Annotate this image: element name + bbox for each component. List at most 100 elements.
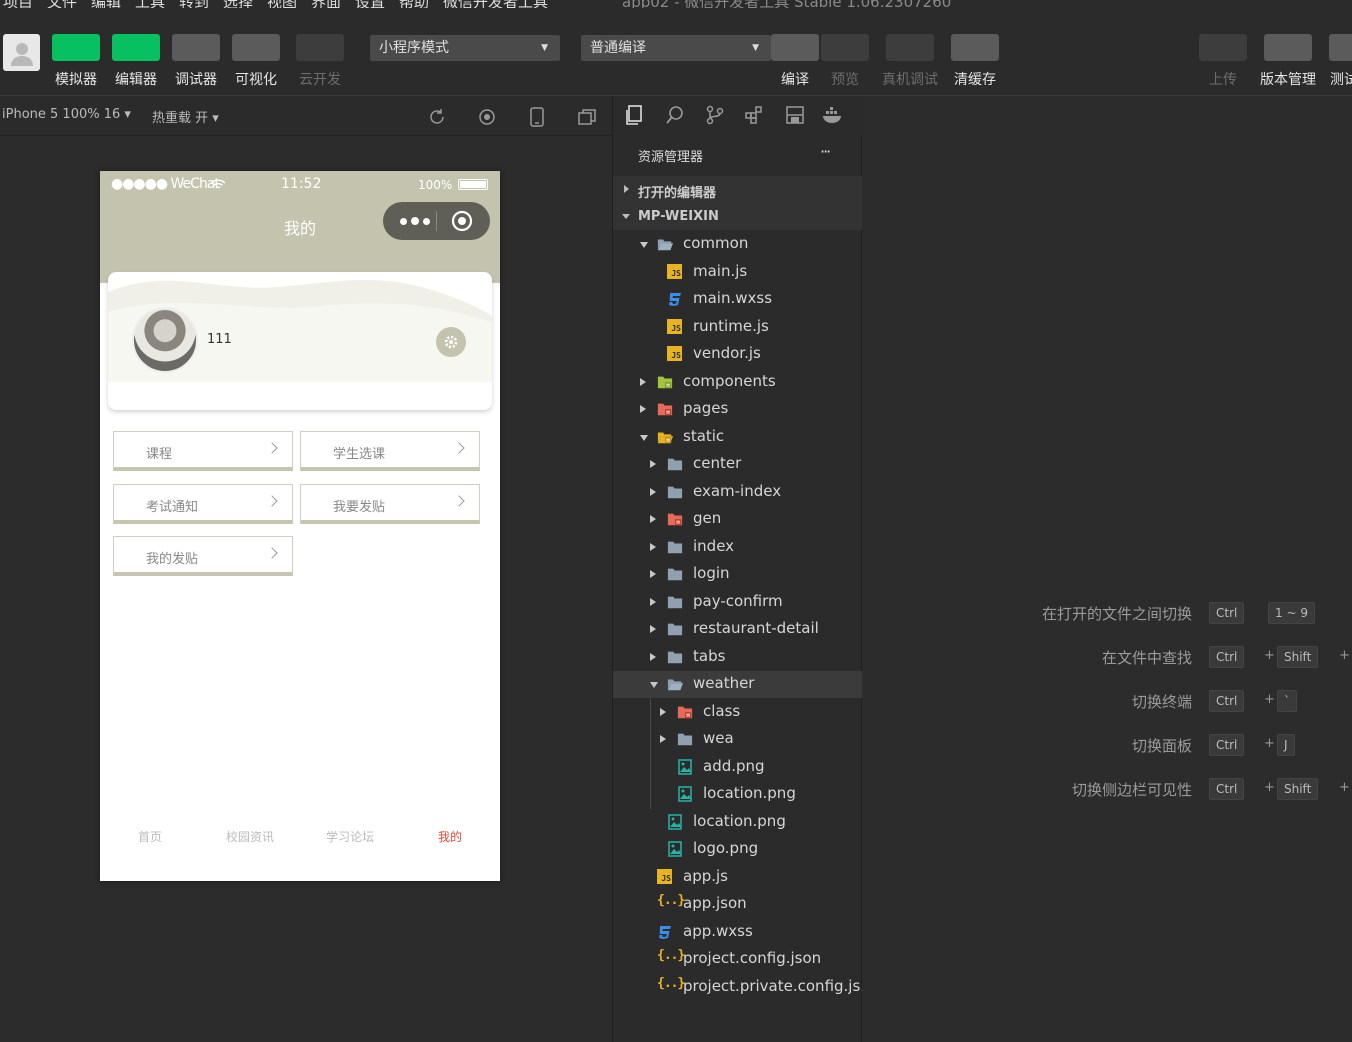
menu-item[interactable]: 项目 xyxy=(3,0,33,8)
调试器-button[interactable] xyxy=(172,34,220,61)
menu-item[interactable]: 界面 xyxy=(311,0,341,8)
tree-file[interactable]: logo.png xyxy=(613,836,862,863)
shortcut-key: ` xyxy=(1277,690,1297,712)
tree-item-name: vendor.js xyxy=(693,344,761,362)
chevron-right-icon xyxy=(640,377,646,386)
tree-item-name: login xyxy=(693,564,730,582)
tree-item-name: app.json xyxy=(683,894,747,912)
模拟器-button[interactable] xyxy=(52,34,100,61)
tree-item-name: exam-index xyxy=(693,481,782,500)
js-file-icon: JS xyxy=(667,263,682,279)
device-icon[interactable] xyxy=(530,107,544,127)
menu-item[interactable]: 微信开发者工具 xyxy=(443,0,548,8)
清缓存-button[interactable] xyxy=(951,34,999,61)
window-title: app02 - 微信开发者工具 Stable 1.06.2307260 xyxy=(622,0,951,8)
menu-item-考试通知[interactable]: 考试通知 xyxy=(113,484,293,524)
record-icon[interactable] xyxy=(478,108,496,126)
docker-icon[interactable] xyxy=(821,105,845,125)
tree-folder[interactable]: exam-index xyxy=(613,479,862,506)
shortcut-label: 切换侧边栏可见性 xyxy=(1071,781,1192,799)
tree-file[interactable]: JS vendor.js xyxy=(613,341,862,368)
tree-item-name: pay-confirm xyxy=(693,591,783,610)
files-icon[interactable] xyxy=(624,105,644,125)
menu-item[interactable]: 编辑 xyxy=(91,0,121,8)
avatar[interactable] xyxy=(132,307,198,373)
tree-item-name: main.wxss xyxy=(693,289,773,307)
hot-reload-toggle[interactable]: 热重载 开 ▾ xyxy=(152,107,219,126)
tab-我的[interactable]: 我的 xyxy=(410,826,490,845)
tree-folder[interactable]: restaurant-detail xyxy=(613,616,862,643)
tree-folder[interactable]: login xyxy=(613,561,862,588)
menu-item-课程[interactable]: 课程 xyxy=(113,431,293,471)
tree-file[interactable]: main.wxss xyxy=(613,286,862,313)
tab-学习论坛[interactable]: 学习论坛 xyxy=(310,826,390,845)
上传-button[interactable] xyxy=(1199,34,1247,61)
tree-file[interactable]: JS app.js xyxy=(613,864,862,891)
search-icon[interactable] xyxy=(665,105,685,125)
测试-button[interactable] xyxy=(1329,34,1352,61)
project-section[interactable]: MP-WEIXIN xyxy=(613,203,862,230)
tree-file[interactable]: JS main.js xyxy=(613,259,862,286)
tree-file[interactable]: JS runtime.js xyxy=(613,314,862,341)
compile-select[interactable]: 普通编译 ▼ xyxy=(581,35,771,61)
tree-folder[interactable]: tabs xyxy=(613,644,862,671)
可视化-button[interactable] xyxy=(232,34,280,61)
tree-item-name: center xyxy=(693,454,742,472)
tree-file[interactable]: location.png xyxy=(613,809,862,836)
settings-button[interactable] xyxy=(436,327,466,357)
chevron-down-icon xyxy=(640,242,648,248)
tab-校园资讯[interactable]: 校园资讯 xyxy=(210,826,290,845)
window-icon[interactable] xyxy=(578,108,596,126)
menu-item-我的发贴[interactable]: 我的发贴 xyxy=(113,536,293,576)
tree-folder[interactable]: static xyxy=(613,424,862,451)
profile-card: 111 xyxy=(108,272,492,410)
menu-item[interactable]: 帮助 xyxy=(399,0,429,8)
tree-file[interactable]: {..} app.json xyxy=(613,891,862,918)
shortcut-key: Shift xyxy=(1277,646,1319,668)
tree-folder[interactable]: common xyxy=(613,231,862,258)
预览-button[interactable] xyxy=(821,34,869,61)
rotate-icon[interactable] xyxy=(428,108,446,126)
上传-label: 上传 xyxy=(1209,72,1237,88)
tree-folder[interactable]: center xyxy=(613,451,862,478)
shortcut-key: 1 ~ 9 xyxy=(1268,602,1315,624)
云开发-button[interactable] xyxy=(296,34,344,61)
真机调试-button[interactable] xyxy=(886,34,934,61)
user-avatar[interactable] xyxy=(3,34,40,71)
menu-item-我要发贴[interactable]: 我要发贴 xyxy=(300,484,480,524)
tree-file[interactable]: app.wxss xyxy=(613,919,862,946)
tree-folder[interactable]: weather xyxy=(613,671,862,698)
编辑器-button[interactable] xyxy=(112,34,160,61)
menu-item-学生选课[interactable]: 学生选课 xyxy=(300,431,480,471)
scan-icon xyxy=(308,496,324,512)
tree-file[interactable]: {..} project.private.config.js... xyxy=(613,974,875,1001)
tree-folder[interactable]: pay-confirm xyxy=(613,589,862,616)
menu-item[interactable]: 转到 xyxy=(179,0,209,8)
tree-folder[interactable]: pages xyxy=(613,396,862,423)
tree-folder[interactable]: gen xyxy=(613,506,862,533)
extensions-icon[interactable] xyxy=(744,105,764,125)
close-miniprogram-icon[interactable] xyxy=(451,210,473,232)
folder-static-icon xyxy=(657,432,673,443)
save-icon[interactable] xyxy=(785,105,805,125)
folder-red-icon xyxy=(657,403,673,416)
source-control-icon[interactable] xyxy=(705,105,725,125)
mode-select[interactable]: 小程序模式 ▼ xyxy=(370,35,560,61)
menu-item[interactable]: 设置 xyxy=(355,0,385,8)
tree-folder[interactable]: components xyxy=(613,369,862,396)
tree-file[interactable]: {..} project.config.json xyxy=(613,946,862,973)
more-icon[interactable] xyxy=(393,202,436,240)
open-editors-section[interactable]: 打开的编辑器 xyxy=(613,176,862,203)
menu-item[interactable]: 视图 xyxy=(267,0,297,8)
版本管理-button[interactable] xyxy=(1264,34,1312,61)
tab-首页[interactable]: 首页 xyxy=(110,826,190,845)
编译-button[interactable] xyxy=(771,34,819,61)
device-select[interactable]: iPhone 5 100% 16 ▾ xyxy=(2,107,131,122)
menu-item[interactable]: 工具 xyxy=(135,0,165,8)
tree-folder[interactable]: index xyxy=(613,534,862,561)
tab-label: 我的 xyxy=(437,830,462,844)
shortcut-key: Ctrl xyxy=(1209,646,1245,668)
menu-item[interactable]: 选择 xyxy=(223,0,253,8)
more-actions-icon[interactable]: ··· xyxy=(820,142,831,161)
menu-item[interactable]: 文件 xyxy=(47,0,77,8)
